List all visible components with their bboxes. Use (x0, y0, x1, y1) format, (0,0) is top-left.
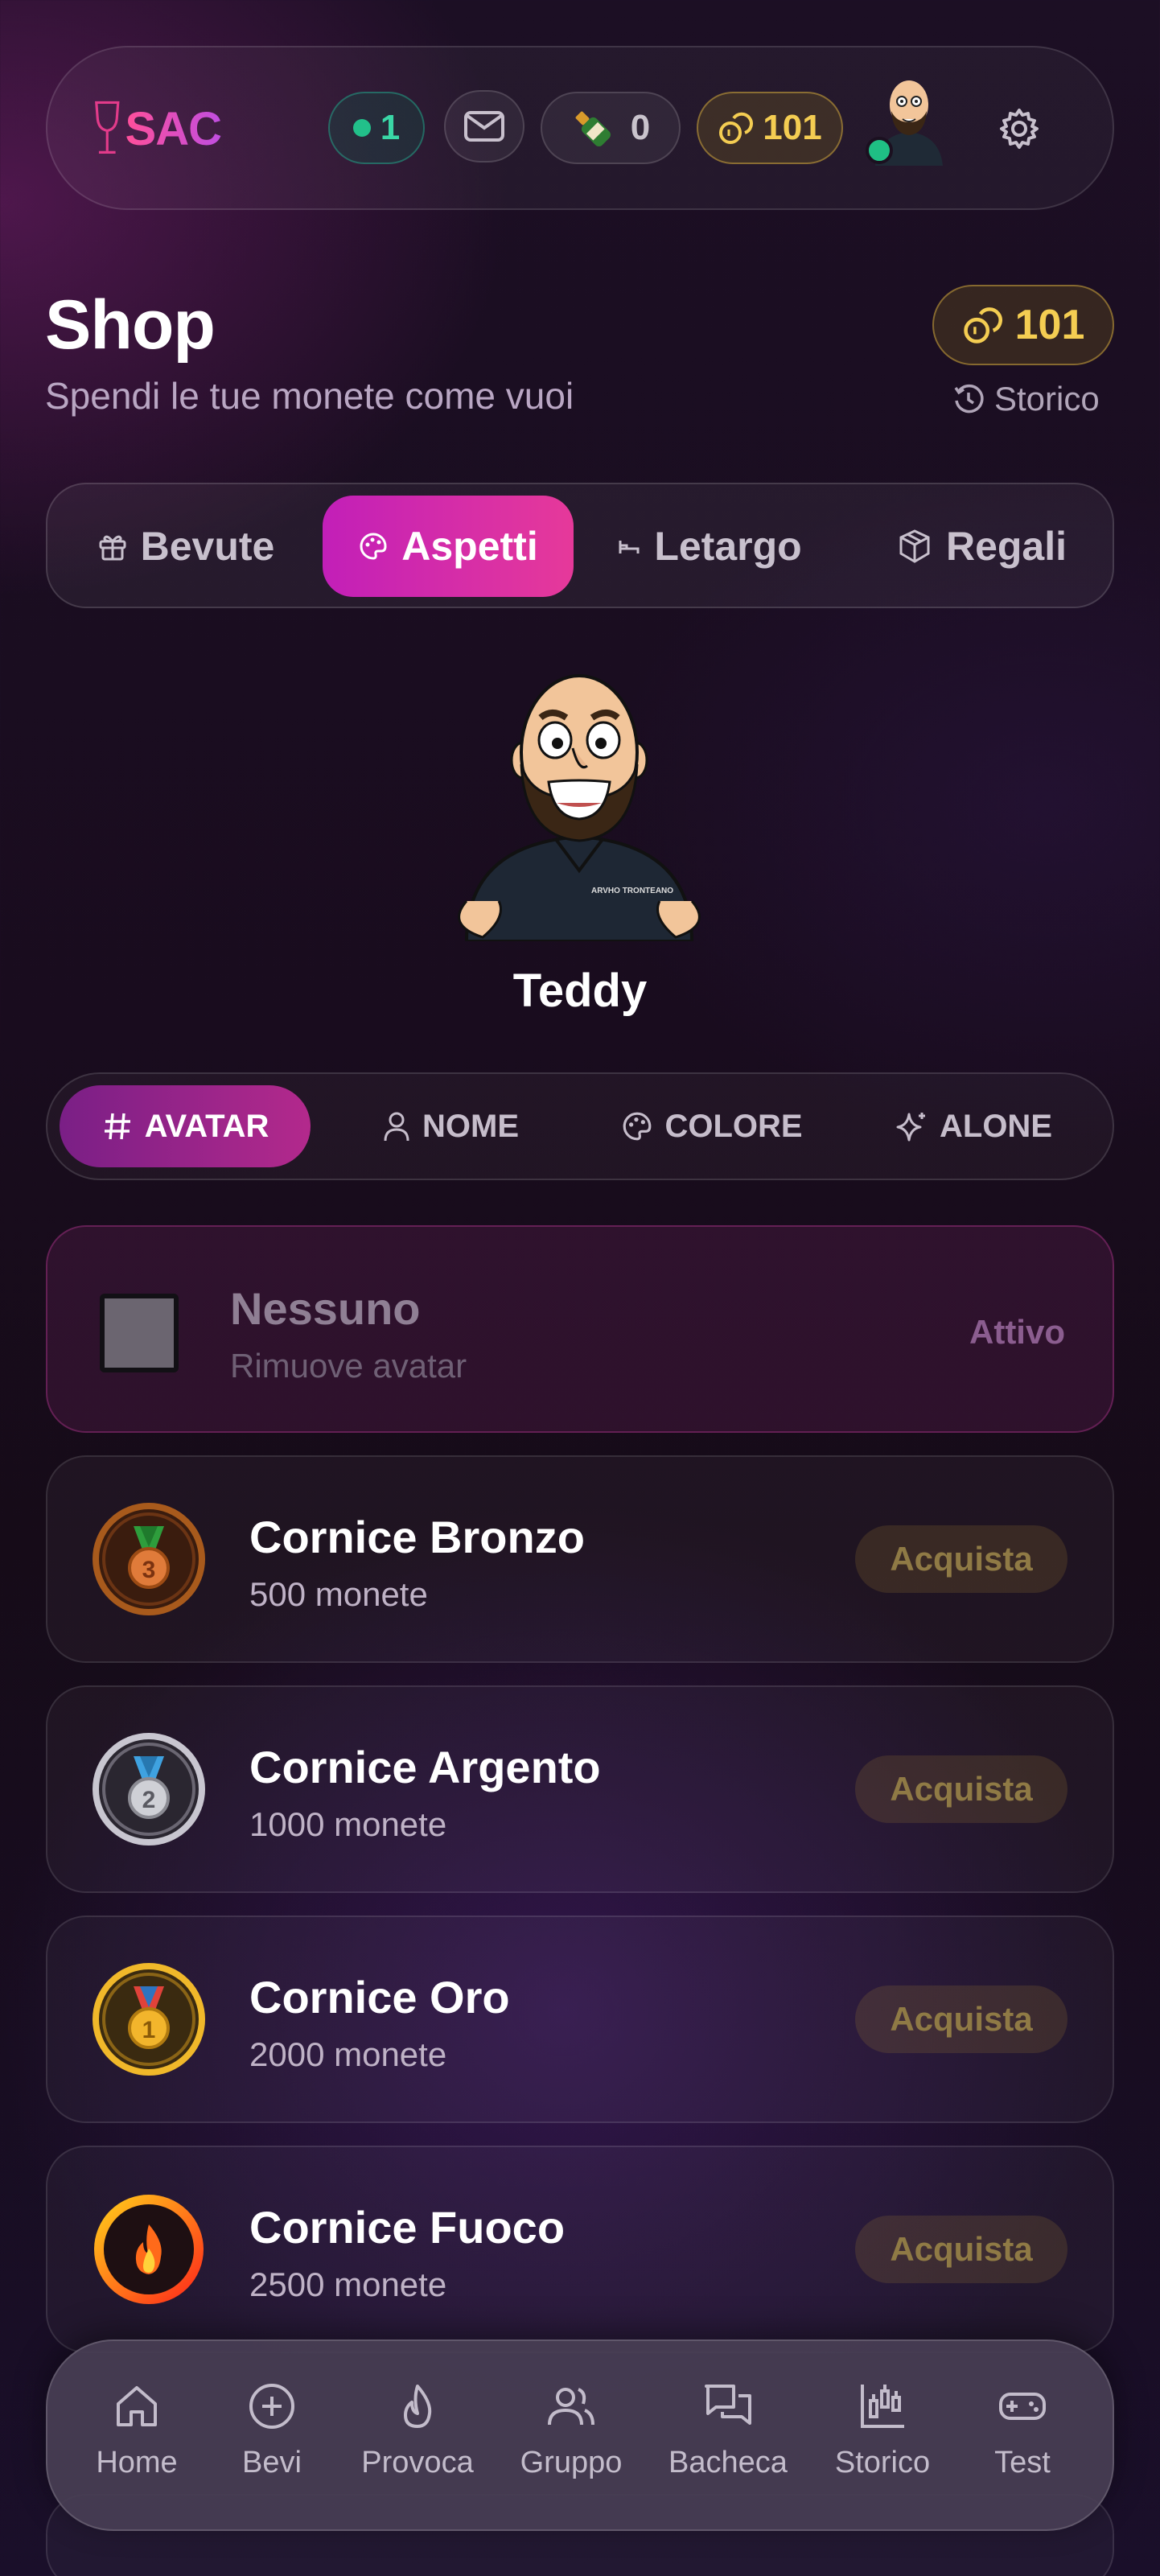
subtab-nome[interactable]: NOME (354, 1085, 547, 1167)
buy-button[interactable]: Acquista (855, 1985, 1067, 2053)
tab-label: Regali (945, 524, 1067, 569)
nav-gruppo[interactable]: Gruppo (503, 2380, 640, 2492)
nav-home[interactable]: Home (68, 2380, 205, 2492)
item-name: Nessuno (230, 1283, 421, 1334)
messages-button[interactable] (444, 90, 524, 163)
shop-item-nessuno[interactable] (46, 1225, 1114, 1433)
nav-label: Test (994, 2446, 1051, 2479)
medal-number: 1 (142, 2017, 156, 2043)
flame-icon (404, 2385, 432, 2428)
item-price: 2500 monete (249, 2265, 447, 2303)
empty-square-icon (100, 1294, 179, 1372)
gear-icon (1000, 109, 1039, 149)
online-status-dot (866, 137, 893, 164)
tab-label: Letargo (654, 524, 802, 569)
tab-regali[interactable]: Regali (877, 496, 1086, 597)
nav-label: Bevi (242, 2446, 302, 2479)
logo-text: SAC (125, 102, 222, 155)
balance-badge: 101 (932, 285, 1114, 365)
gold-medal-icon: 1 (92, 1962, 206, 2076)
tab-bevute[interactable]: Bevute (77, 496, 294, 597)
mail-icon (464, 111, 504, 142)
hash-icon (104, 1113, 130, 1140)
coins-icon (719, 112, 754, 144)
nav-label: Storico (834, 2446, 931, 2479)
item-name: Cornice Argento (249, 1742, 601, 1792)
palette-icon (360, 533, 387, 560)
history-icon (954, 384, 984, 414)
nav-bevi[interactable]: Bevi (204, 2380, 340, 2492)
subtab-avatar[interactable]: AVATAR (60, 1085, 311, 1167)
plus-circle-icon (249, 2384, 294, 2429)
gamepad-icon (999, 2393, 1046, 2420)
subtab-label: AVATAR (144, 1108, 269, 1144)
tab-label: Aspetti (401, 524, 538, 569)
nav-provoca[interactable]: Provoca (349, 2380, 486, 2492)
nav-label: Gruppo (520, 2446, 623, 2479)
history-label: Storico (994, 380, 1100, 418)
page-subtitle: Spendi le tue monete come vuoi (45, 375, 574, 417)
nav-label: Provoca (361, 2446, 474, 2479)
item-price: 2000 monete (249, 2035, 447, 2073)
buy-button[interactable]: Acquista (855, 2216, 1067, 2283)
fire-icon (92, 2192, 206, 2306)
chat-icon (705, 2385, 751, 2425)
subtab-label: NOME (422, 1108, 519, 1144)
buy-button[interactable]: Acquista (855, 1755, 1067, 1823)
character-preview: ARVHO TRONTEANO (450, 660, 708, 943)
nav-storico[interactable]: Storico (814, 2380, 951, 2492)
subtab-colore[interactable]: COLORE (599, 1085, 825, 1167)
balance-value: 101 (1014, 302, 1085, 348)
online-users-badge[interactable]: 1 (328, 92, 425, 164)
user-icon (384, 1112, 409, 1142)
nav-label: Home (96, 2446, 178, 2479)
active-label: Attivo (969, 1313, 1065, 1351)
shirt-text: ARVHO TRONTEANO (591, 887, 673, 895)
silver-medal-icon: 2 (92, 1732, 206, 1846)
coins-count: 101 (763, 108, 822, 147)
bronze-medal-icon: 3 (92, 1502, 206, 1616)
users-icon (548, 2388, 594, 2426)
box-icon (899, 529, 930, 563)
tab-aspetti[interactable]: Aspetti (323, 496, 574, 597)
wine-glass-icon (95, 101, 120, 154)
chart-icon (861, 2385, 904, 2428)
buy-button[interactable]: Acquista (855, 1525, 1067, 1593)
page-title: Shop (45, 286, 216, 364)
subtab-alone[interactable]: ALONE (877, 1085, 1070, 1167)
item-name: Cornice Bronzo (249, 1512, 585, 1562)
online-dot-icon (352, 119, 371, 137)
settings-button[interactable] (998, 107, 1041, 150)
tab-label: Bevute (140, 524, 275, 569)
item-price: Rimuove avatar (230, 1347, 467, 1385)
palette-icon (623, 1112, 652, 1141)
home-icon (117, 2386, 157, 2426)
medal-number: 3 (142, 1557, 156, 1583)
subtab-label: COLORE (664, 1108, 803, 1144)
app-logo[interactable]: SAC (93, 90, 222, 167)
drinks-counter[interactable]: 0 (541, 92, 681, 164)
coins-badge[interactable]: 101 (697, 92, 843, 164)
tab-letargo[interactable]: Letargo (605, 496, 814, 597)
nav-test[interactable]: Test (954, 2380, 1091, 2492)
bottle-icon (575, 111, 611, 146)
subtab-label: ALONE (940, 1108, 1052, 1144)
item-price: 500 monete (249, 1575, 428, 1613)
drinks-count: 0 (630, 108, 651, 147)
medal-number: 2 (142, 1787, 156, 1813)
nav-bacheca[interactable]: Bacheca (660, 2380, 796, 2492)
item-name: Cornice Oro (249, 1972, 510, 2023)
sparkles-icon (896, 1113, 925, 1142)
nav-label: Bacheca (668, 2446, 788, 2479)
item-price: 1000 monete (249, 1805, 447, 1843)
item-name: Cornice Fuoco (249, 2202, 566, 2253)
bed-icon (619, 541, 640, 553)
online-count: 1 (380, 108, 401, 147)
history-link[interactable]: Storico (952, 380, 1100, 418)
coins-icon (963, 307, 1002, 344)
gift-icon (99, 535, 126, 561)
character-name: Teddy (512, 965, 648, 1017)
character-illustration: ARVHO TRONTEANO (458, 674, 701, 943)
